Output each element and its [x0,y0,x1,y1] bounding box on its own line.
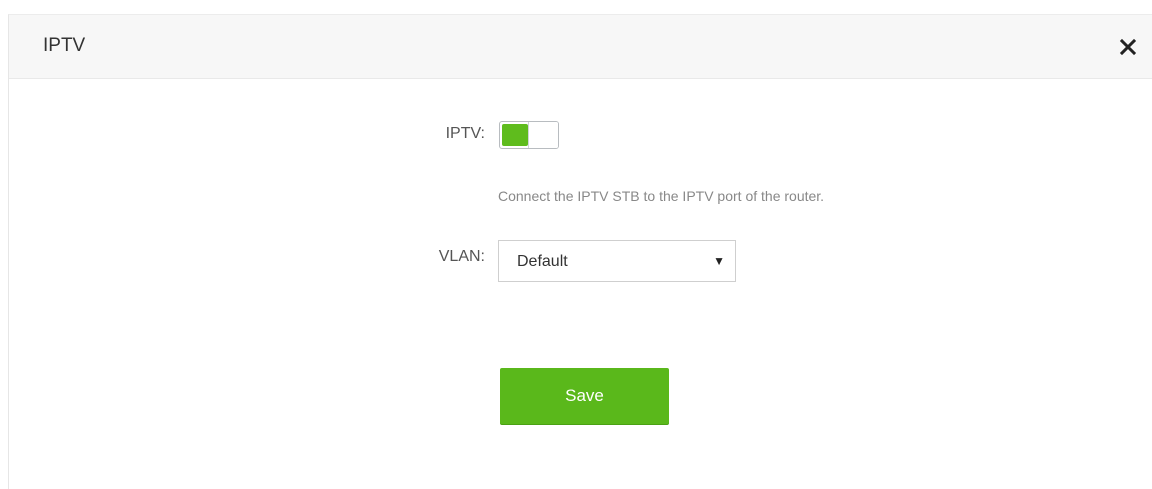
toggle-on-fill [502,124,528,146]
vlan-label: VLAN: [438,248,485,265]
save-button[interactable]: Save [500,368,669,424]
toggle-knob [528,122,558,148]
vlan-select[interactable]: Default ▼ [498,240,736,282]
dropdown-arrow-icon: ▼ [713,254,725,268]
iptv-dialog: IPTV IPTV: Connect the IPTV STB to the I… [8,14,1152,489]
iptv-label: IPTV: [445,125,485,142]
dialog-title: IPTV [43,35,86,56]
close-icon[interactable] [1118,37,1138,57]
vlan-select-value: Default [517,253,568,270]
iptv-toggle[interactable] [499,121,559,149]
dialog-header: IPTV [9,15,1152,79]
iptv-hint-text: Connect the IPTV STB to the IPTV port of… [498,188,825,204]
